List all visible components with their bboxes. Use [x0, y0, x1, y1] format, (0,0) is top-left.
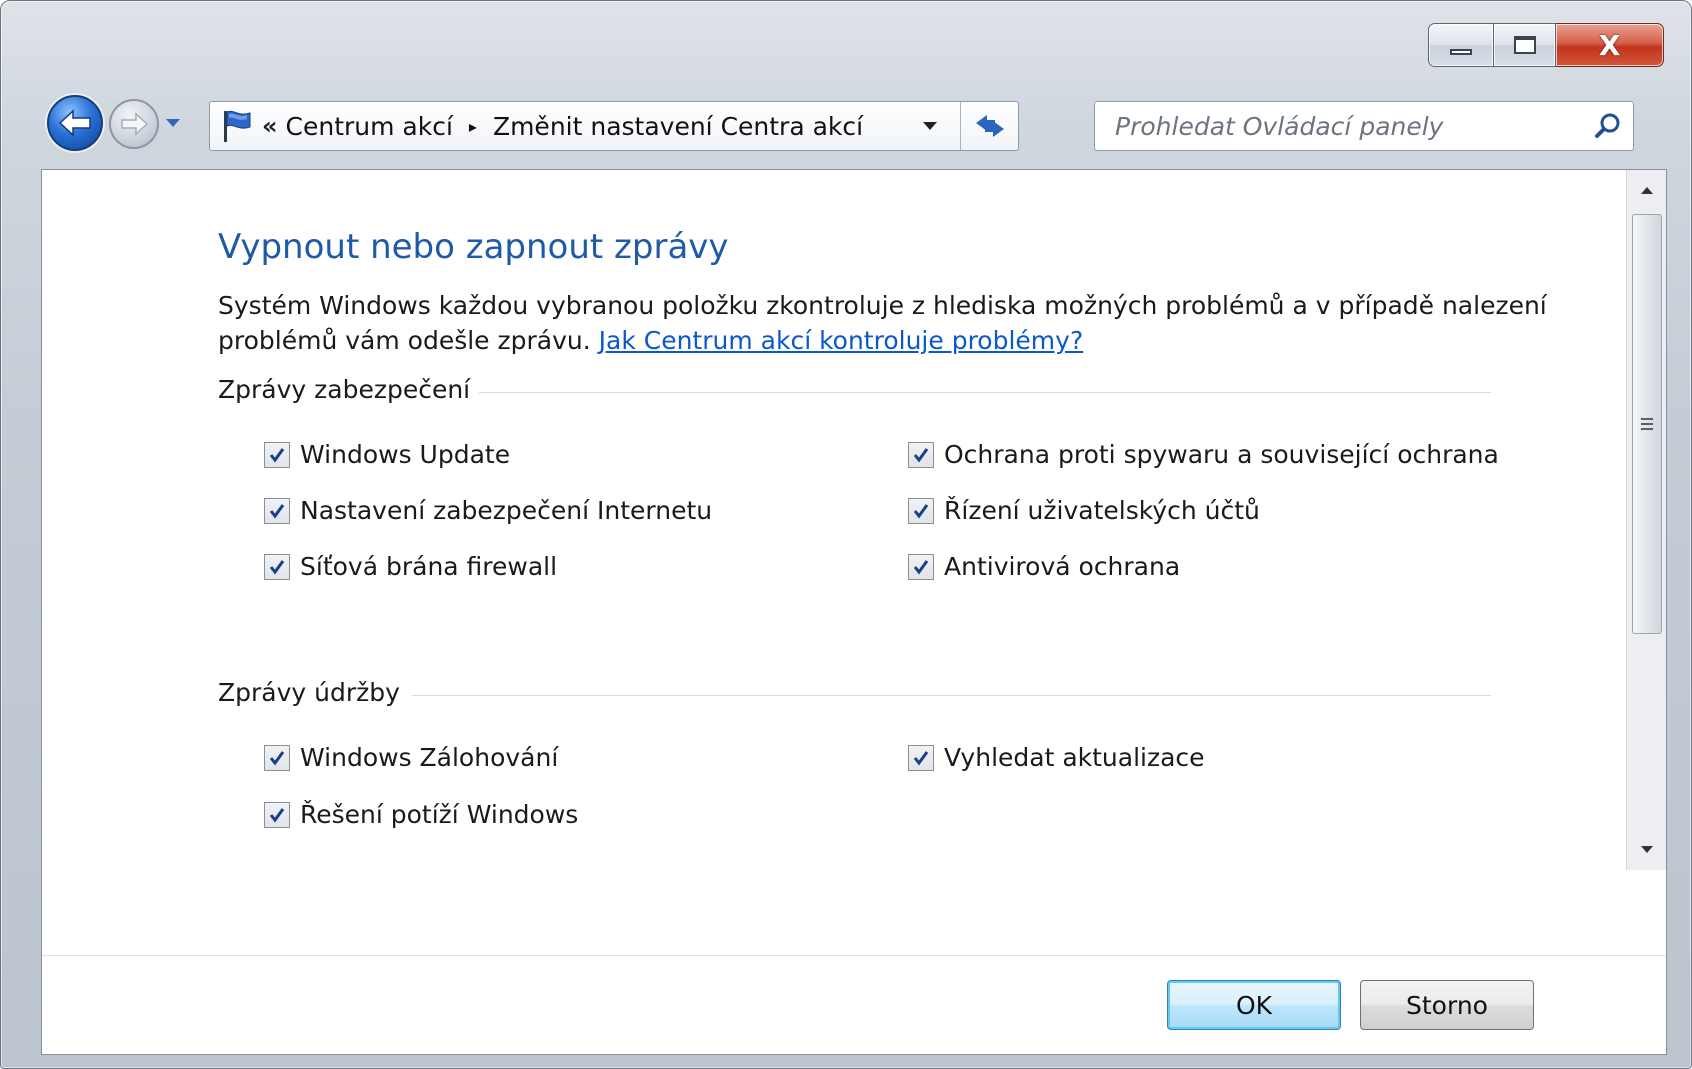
search-button[interactable]	[1583, 102, 1633, 150]
checkbox-label: Vyhledat aktualizace	[944, 743, 1205, 772]
checkbox-checked-icon	[908, 441, 934, 468]
checkbox-label: Windows Zálohování	[300, 743, 559, 772]
breadcrumb-overflow[interactable]: «	[262, 112, 278, 140]
scroll-down-icon	[1641, 846, 1653, 853]
checkbox-label: Řízení uživatelských účtů	[944, 496, 1260, 525]
action-center-flag-icon	[214, 104, 258, 148]
checkbox-label: Řešení potíží Windows	[300, 800, 579, 829]
scroll-down-button[interactable]	[1627, 830, 1667, 870]
breadcrumb-change-settings[interactable]: Změnit nastavení Centra akcí	[493, 112, 863, 141]
minimize-button[interactable]	[1428, 23, 1494, 67]
help-link[interactable]: Jak Centrum akcí kontroluje problémy?	[599, 326, 1084, 355]
checkbox-label: Síťová brána firewall	[300, 552, 558, 581]
checkbox-checked-icon	[264, 801, 290, 828]
checkbox-label: Antivirová ochrana	[944, 552, 1181, 581]
checkbox-user-account-control[interactable]: Řízení uživatelských účtů	[908, 496, 1260, 525]
checkbox-checked-icon	[264, 744, 290, 771]
search-icon	[1595, 113, 1620, 138]
checkbox-checked-icon	[264, 441, 290, 468]
checkbox-network-firewall[interactable]: Síťová brána firewall	[264, 552, 557, 581]
description-text: Systém Windows každou vybranou položku z…	[218, 288, 1578, 358]
search-input[interactable]	[1095, 110, 1583, 142]
checkbox-label: Windows Update	[300, 440, 511, 469]
breadcrumb-separator-icon[interactable]: ▸	[469, 117, 477, 136]
checkbox-checked-icon	[264, 553, 290, 580]
minimize-icon	[1450, 49, 1472, 55]
content-pane: Vypnout nebo zapnout zprávy Systém Windo…	[41, 169, 1667, 1055]
close-button[interactable]: X	[1556, 23, 1664, 67]
checkbox-label: Ochrana proti spywaru a související ochr…	[944, 440, 1499, 469]
forward-arrow-icon	[121, 112, 149, 136]
footer-divider	[42, 955, 1666, 956]
recent-pages-button[interactable]	[163, 113, 183, 133]
refresh-button[interactable]	[960, 102, 1018, 150]
address-dropdown-button[interactable]	[912, 102, 948, 150]
scroll-up-icon	[1641, 187, 1653, 194]
maximize-button[interactable]	[1494, 23, 1556, 67]
checkbox-label: Nastavení zabezpečení Internetu	[300, 496, 713, 525]
group-title-maintenance: Zprávy údržby	[218, 678, 400, 707]
group-title-security: Zprávy zabezpečení	[218, 375, 471, 404]
back-button[interactable]	[47, 95, 103, 151]
checkbox-spyware-protection[interactable]: Ochrana proti spywaru a související ochr…	[908, 440, 1499, 469]
breadcrumb-action-center[interactable]: Centrum akcí	[286, 112, 453, 141]
checkbox-windows-troubleshooting[interactable]: Řešení potíží Windows	[264, 800, 578, 829]
window: X « Centrum akcí ▸ Změnit nastavení Cent…	[0, 0, 1692, 1069]
grip-icon	[1641, 418, 1653, 430]
vertical-scrollbar[interactable]	[1626, 170, 1666, 870]
history-dropdown-icon	[166, 119, 180, 127]
checkbox-internet-security[interactable]: Nastavení zabezpečení Internetu	[264, 496, 712, 525]
checkbox-checked-icon	[908, 553, 934, 580]
checkbox-antivirus[interactable]: Antivirová ochrana	[908, 552, 1180, 581]
maximize-icon	[1513, 36, 1536, 54]
caption-buttons: X	[1428, 23, 1664, 67]
forward-button[interactable]	[109, 99, 159, 149]
close-icon: X	[1598, 28, 1621, 62]
checkbox-windows-update[interactable]: Windows Update	[264, 440, 510, 469]
checkbox-checked-icon	[264, 497, 290, 524]
back-arrow-icon	[58, 109, 91, 137]
cancel-button[interactable]: Storno	[1360, 980, 1534, 1030]
checkbox-checked-icon	[908, 497, 934, 524]
checkbox-check-updates[interactable]: Vyhledat aktualizace	[908, 743, 1205, 772]
group-divider	[479, 392, 1491, 393]
refresh-icon	[975, 115, 1004, 137]
chevron-down-icon	[923, 122, 937, 130]
checkbox-windows-backup[interactable]: Windows Zálohování	[264, 743, 558, 772]
scroll-thumb[interactable]	[1632, 214, 1662, 634]
page-heading: Vypnout nebo zapnout zprávy	[218, 227, 729, 267]
group-divider	[412, 695, 1491, 696]
address-bar[interactable]: « Centrum akcí ▸ Změnit nastavení Centra…	[209, 101, 1019, 151]
checkbox-checked-icon	[908, 744, 934, 771]
search-box	[1094, 101, 1634, 151]
ok-button[interactable]: OK	[1167, 980, 1341, 1030]
scroll-up-button[interactable]	[1627, 170, 1667, 210]
